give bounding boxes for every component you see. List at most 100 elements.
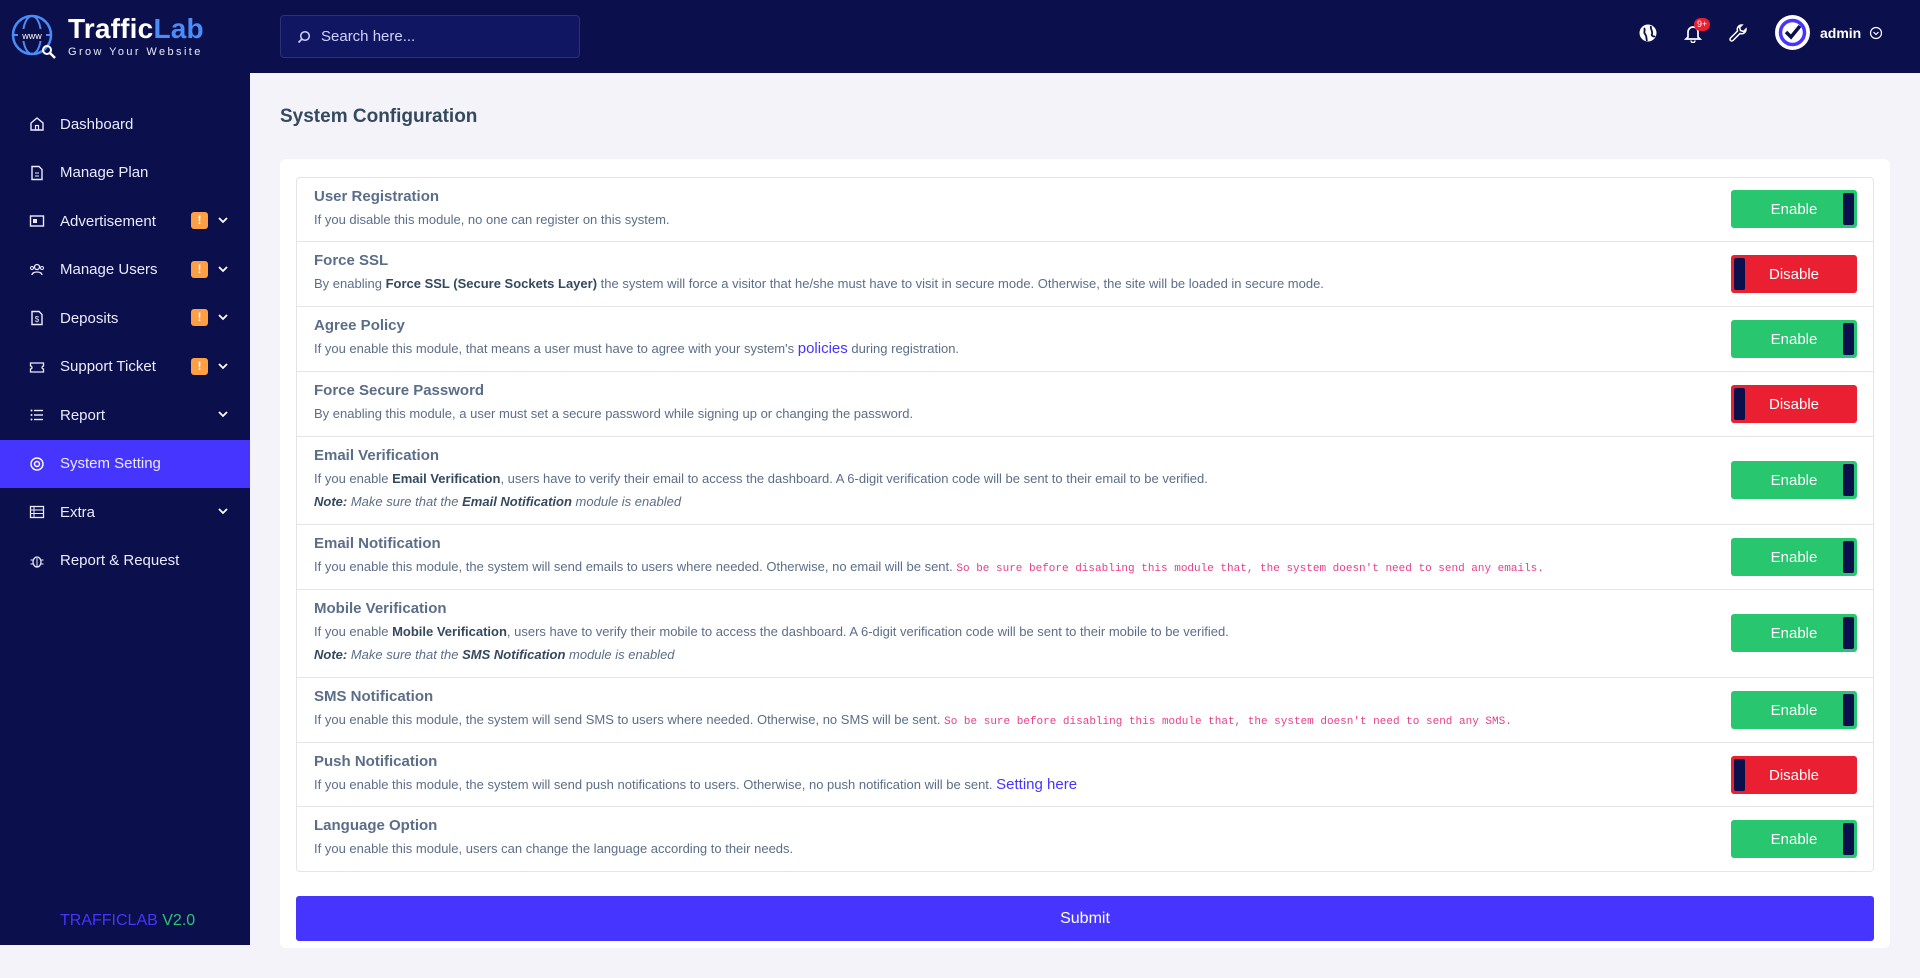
setting-row-sms-notification: SMS Notification If you enable this modu… [297, 678, 1873, 743]
warning-text: So be sure before disabling this module … [956, 563, 1544, 575]
chevron-down-circle-icon [1870, 26, 1883, 39]
sidebar-item-extra[interactable]: Extra [0, 488, 250, 537]
warning-badge: ! [191, 212, 208, 229]
setting-title: Agree Policy [314, 317, 405, 334]
setting-title: Mobile Verification [314, 600, 447, 617]
user-menu[interactable]: admin [1775, 15, 1883, 50]
sidebar-item-support-ticket[interactable]: Support Ticket ! [0, 343, 250, 392]
brand-tagline: Grow Your Website [68, 46, 203, 58]
warning-badge: ! [191, 260, 208, 278]
sidebar-item-label: Advertisement [60, 212, 156, 230]
setting-title: SMS Notification [314, 688, 434, 705]
version-label: TRAFFICLAB V2.0 [60, 912, 196, 929]
list-icon [28, 406, 46, 424]
chevron-down-icon [218, 217, 228, 224]
toggle-force-secure-password[interactable]: Disable [1731, 385, 1857, 423]
setting-description: If you enable this module, that means a … [314, 340, 960, 357]
lifebuoy-icon [28, 455, 46, 473]
sidebar-item-label: Report [60, 406, 106, 424]
search-box[interactable] [280, 15, 580, 58]
toggle-mobile-verification[interactable]: Enable [1731, 614, 1857, 652]
topbar: 9+ admin [250, 0, 1920, 73]
setting-description: If you enable this module, users can cha… [314, 841, 794, 856]
sidebar-item-report-request[interactable]: Report & Request [0, 537, 250, 586]
setting-title: Email Notification [314, 535, 441, 552]
setting-description: If you disable this module, no one can r… [314, 212, 670, 227]
file-icon [28, 164, 46, 182]
policies-link[interactable]: policies [798, 340, 848, 357]
settings-list: User Registration If you disable this mo… [296, 177, 1874, 872]
check-circle-icon [1778, 18, 1807, 47]
globe-text: www [21, 31, 42, 41]
toggle-sms-notification[interactable]: Enable [1731, 691, 1857, 729]
sidebar-item-manage-users[interactable]: Manage Users ! [0, 246, 250, 295]
server-icon [28, 503, 46, 521]
svg-text:$: $ [35, 315, 40, 324]
warning-text: So be sure before disabling this module … [944, 716, 1512, 728]
setting-description: If you enable this module, the system wi… [314, 559, 1544, 575]
sidebar-item-system-setting[interactable]: System Setting [0, 439, 250, 488]
warning-badge: ! [191, 309, 208, 326]
setting-description: If you enable this module, the system wi… [314, 712, 1512, 728]
brand-name: TrafficLab [68, 13, 204, 44]
toggle-force-ssl[interactable]: Disable [1731, 255, 1857, 293]
setting-note: Note: Make sure that the SMS Notificatio… [314, 647, 675, 662]
search-input[interactable] [321, 28, 561, 45]
deposit-icon: $ [28, 309, 46, 327]
avatar [1775, 15, 1810, 50]
setting-row-push-notification: Push Notification If you enable this mod… [297, 743, 1873, 807]
bug-icon [28, 552, 46, 570]
toggle-user-registration[interactable]: Enable [1731, 190, 1857, 228]
setting-row-force-ssl: Force SSL By enabling Force SSL (Secure … [297, 242, 1873, 307]
sidebar-item-manage-plan[interactable]: Manage Plan [0, 149, 250, 198]
sidebar-item-label: Extra [60, 503, 96, 521]
toggle-push-notification[interactable]: Disable [1731, 756, 1857, 794]
setting-description: By enabling Force SSL (Secure Sockets La… [314, 276, 1324, 291]
chevron-down-icon [218, 314, 228, 321]
sidebar-item-report[interactable]: Report [0, 391, 250, 440]
setting-row-language-option: Language Option If you enable this modul… [297, 807, 1873, 871]
chevron-down-icon [218, 508, 228, 515]
page-title: System Configuration [280, 106, 478, 127]
sidebar-item-advertisement[interactable]: Advertisement ! [0, 197, 250, 246]
setting-row-force-secure-password: Force Secure Password By enabling this m… [297, 372, 1873, 437]
username: admin [1820, 24, 1862, 41]
sidebar-item-label: Report & Request [60, 552, 180, 570]
sidebar-item-label: Deposits [60, 309, 119, 327]
search-icon [297, 30, 311, 43]
toggle-email-verification[interactable]: Enable [1731, 461, 1857, 499]
bell-icon[interactable]: 9+ [1682, 18, 1711, 44]
sidebar-nav: Dashboard Manage Plan Advertisement ! Ma… [0, 100, 250, 585]
setting-description: If you enable Email Verification, users … [314, 471, 1208, 486]
setting-title: Language Option [314, 817, 438, 834]
submit-button[interactable]: Submit [296, 896, 1874, 941]
setting-row-email-verification: Email Verification If you enable Email V… [297, 437, 1873, 525]
sidebar-item-label: System Setting [60, 455, 161, 473]
setting-description: By enabling this module, a user must set… [314, 406, 914, 421]
toggle-agree-policy[interactable]: Enable [1731, 320, 1857, 358]
sidebar-item-deposits[interactable]: $ Deposits ! [0, 294, 250, 343]
brand-logo[interactable]: www TrafficLab Grow Your Website [0, 0, 250, 73]
setting-title: Push Notification [314, 753, 438, 770]
setting-description: If you enable Mobile Verification, users… [314, 624, 1229, 639]
sidebar-item-dashboard[interactable]: Dashboard [0, 100, 250, 149]
sidebar: www TrafficLab Grow Your Website Dashboa… [0, 0, 250, 945]
setting-title: User Registration [314, 188, 440, 205]
sidebar-item-label: Dashboard [60, 115, 134, 133]
setting-title: Email Verification [314, 447, 440, 464]
toggle-email-notification[interactable]: Enable [1731, 538, 1857, 576]
sidebar-item-label: Support Ticket [60, 358, 156, 376]
notification-count-badge: 9+ [1694, 18, 1711, 31]
toggle-language-option[interactable]: Enable [1731, 820, 1857, 858]
sidebar-item-label: Manage Plan [60, 164, 149, 182]
globe-icon[interactable] [1637, 22, 1659, 44]
setting-row-user-registration: User Registration If you disable this mo… [297, 178, 1873, 242]
settings-card: User Registration If you disable this mo… [280, 159, 1890, 948]
chevron-down-icon [218, 362, 228, 369]
users-icon [28, 261, 46, 279]
wrench-icon[interactable] [1727, 22, 1749, 44]
setting-here-link[interactable]: Setting here [996, 776, 1077, 793]
warning-badge: ! [191, 357, 208, 375]
home-icon [28, 115, 46, 133]
setting-description: If you enable this module, the system wi… [314, 776, 1078, 793]
